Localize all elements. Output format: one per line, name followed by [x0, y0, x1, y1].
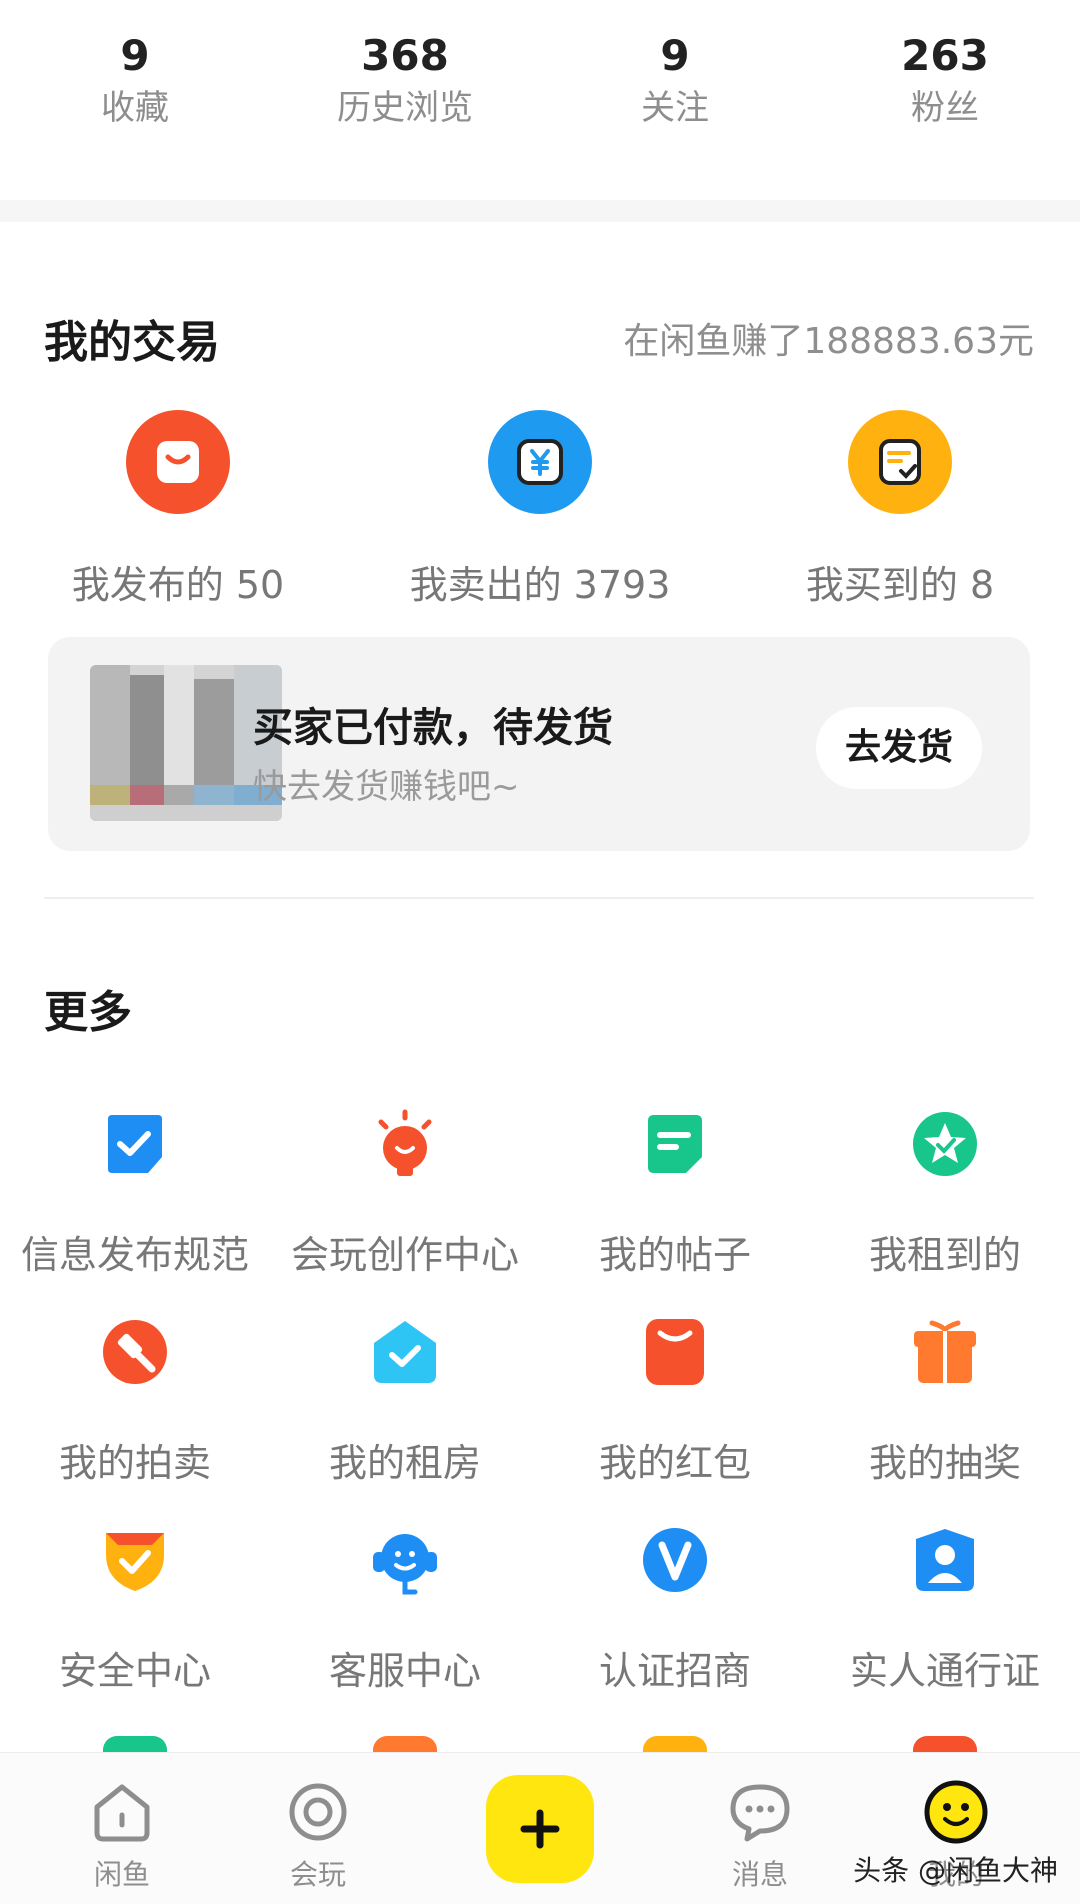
grid-item-posting-rules[interactable]: 信息发布规范: [0, 1104, 270, 1279]
grid-item-security[interactable]: 安全中心: [0, 1520, 270, 1695]
grid-label: 我的拍卖: [58, 1441, 211, 1485]
earned-summary[interactable]: 在闲鱼赚了188883.63元: [623, 312, 1034, 364]
grid-label: 安全中心: [58, 1649, 211, 1693]
trade-published[interactable]: 我发布的 50: [8, 410, 348, 609]
check-doc-icon: [95, 1104, 175, 1184]
grid-item-red-packet[interactable]: 我的红包: [540, 1312, 810, 1487]
grid-item-customer-service[interactable]: 客服中心: [270, 1520, 540, 1695]
star-badge-icon: [905, 1104, 985, 1184]
grid-item-auction[interactable]: 我的拍卖: [0, 1312, 270, 1487]
trade-row: 我发布的 50 我卖出的 3793 我买到的 8: [0, 410, 1080, 610]
grid-label: 我租到的: [868, 1233, 1021, 1277]
stat-value: 263: [901, 31, 989, 80]
grid-item-real-person-pass[interactable]: 实人通行证: [810, 1520, 1080, 1695]
stats-row: 9 收藏 368 历史浏览 9 关注 263 粉丝: [0, 30, 1080, 150]
stat-label: 粉丝: [911, 88, 979, 128]
stat-label: 关注: [641, 88, 709, 128]
tab-play[interactable]: 会玩: [238, 1753, 398, 1893]
pending-subtitle: 快去发货赚钱吧~: [253, 767, 520, 807]
smiley-avatar-icon: [923, 1779, 989, 1845]
bag-icon: [126, 410, 230, 514]
shield-icon: [95, 1520, 175, 1600]
publish-button[interactable]: [486, 1775, 594, 1883]
stat-favorites[interactable]: 9 收藏: [0, 30, 270, 150]
tab-messages[interactable]: 消息: [680, 1753, 840, 1893]
grid-label: 实人通行证: [849, 1649, 1040, 1693]
tab-label: 消息: [731, 1858, 788, 1891]
target-icon: [285, 1779, 351, 1845]
house-check-icon: [365, 1312, 445, 1392]
yuan-icon: [488, 410, 592, 514]
grid-item-rental-house[interactable]: 我的租房: [270, 1312, 540, 1487]
stat-label: 收藏: [101, 88, 169, 128]
trade-section-title: 我的交易: [44, 317, 220, 368]
ship-button[interactable]: 去发货: [816, 707, 982, 789]
stat-history[interactable]: 368 历史浏览: [270, 30, 540, 150]
grid-item-rented[interactable]: 我租到的: [810, 1104, 1080, 1279]
more-section-title: 更多: [44, 987, 132, 1038]
headset-icon: [365, 1520, 445, 1600]
grid-label: 信息发布规范: [20, 1233, 249, 1277]
verified-v-icon: [635, 1520, 715, 1600]
trade-label: 我发布的 50: [71, 563, 285, 607]
plus-icon: [520, 1809, 560, 1849]
grid-item-creator-center[interactable]: 会玩创作中心: [270, 1104, 540, 1279]
tab-label: 会玩: [289, 1858, 346, 1891]
section-separator: [0, 200, 1080, 222]
stat-value: 368: [361, 31, 449, 80]
stat-followers[interactable]: 263 粉丝: [810, 30, 1080, 150]
grid-label: 我的租房: [328, 1441, 481, 1485]
grid-label: 我的抽奖: [868, 1441, 1021, 1485]
grid-item-my-posts[interactable]: 我的帖子: [540, 1104, 810, 1279]
stat-following[interactable]: 9 关注: [540, 30, 810, 150]
trade-label: 我卖出的 3793: [409, 563, 671, 607]
profile-page: 9 收藏 368 历史浏览 9 关注 263 粉丝 我的交易 在闲鱼赚了1888…: [0, 0, 1080, 1904]
person-badge-icon: [905, 1520, 985, 1600]
trade-sold[interactable]: 我卖出的 3793: [370, 410, 710, 609]
grid-label: 会玩创作中心: [290, 1233, 519, 1277]
gift-icon: [905, 1312, 985, 1392]
trade-label: 我买到的 8: [805, 563, 995, 607]
stat-value: 9: [660, 31, 690, 80]
stat-label: 历史浏览: [337, 88, 473, 128]
grid-item-verified-merchant[interactable]: 认证招商: [540, 1520, 810, 1695]
pending-shipment-card[interactable]: 买家已付款，待发货 快去发货赚钱吧~ 去发货: [48, 637, 1030, 851]
receipt-icon: [848, 410, 952, 514]
grid-item-lottery[interactable]: 我的抽奖: [810, 1312, 1080, 1487]
tab-home[interactable]: 闲鱼: [42, 1753, 202, 1893]
pending-title: 买家已付款，待发货: [253, 705, 613, 751]
bottom-tab-bar: 闲鱼 会玩 消息 我的 头条 @闲鱼大神: [0, 1752, 1080, 1904]
watermark-text: 头条 @闲鱼大神: [853, 1854, 1058, 1887]
tab-label: 闲鱼: [93, 1858, 150, 1891]
home-icon: [89, 1779, 155, 1845]
red-packet-icon: [635, 1312, 715, 1392]
trade-bought[interactable]: 我买到的 8: [730, 410, 1070, 609]
chat-bubble-icon: [727, 1779, 793, 1845]
divider: [44, 897, 1034, 899]
grid-label: 客服中心: [328, 1649, 481, 1693]
stat-value: 9: [120, 31, 150, 80]
grid-label: 我的帖子: [598, 1233, 751, 1277]
gavel-icon: [95, 1312, 175, 1392]
post-icon: [635, 1104, 715, 1184]
lightbulb-icon: [365, 1104, 445, 1184]
grid-label: 我的红包: [598, 1441, 751, 1485]
grid-label: 认证招商: [598, 1649, 751, 1693]
